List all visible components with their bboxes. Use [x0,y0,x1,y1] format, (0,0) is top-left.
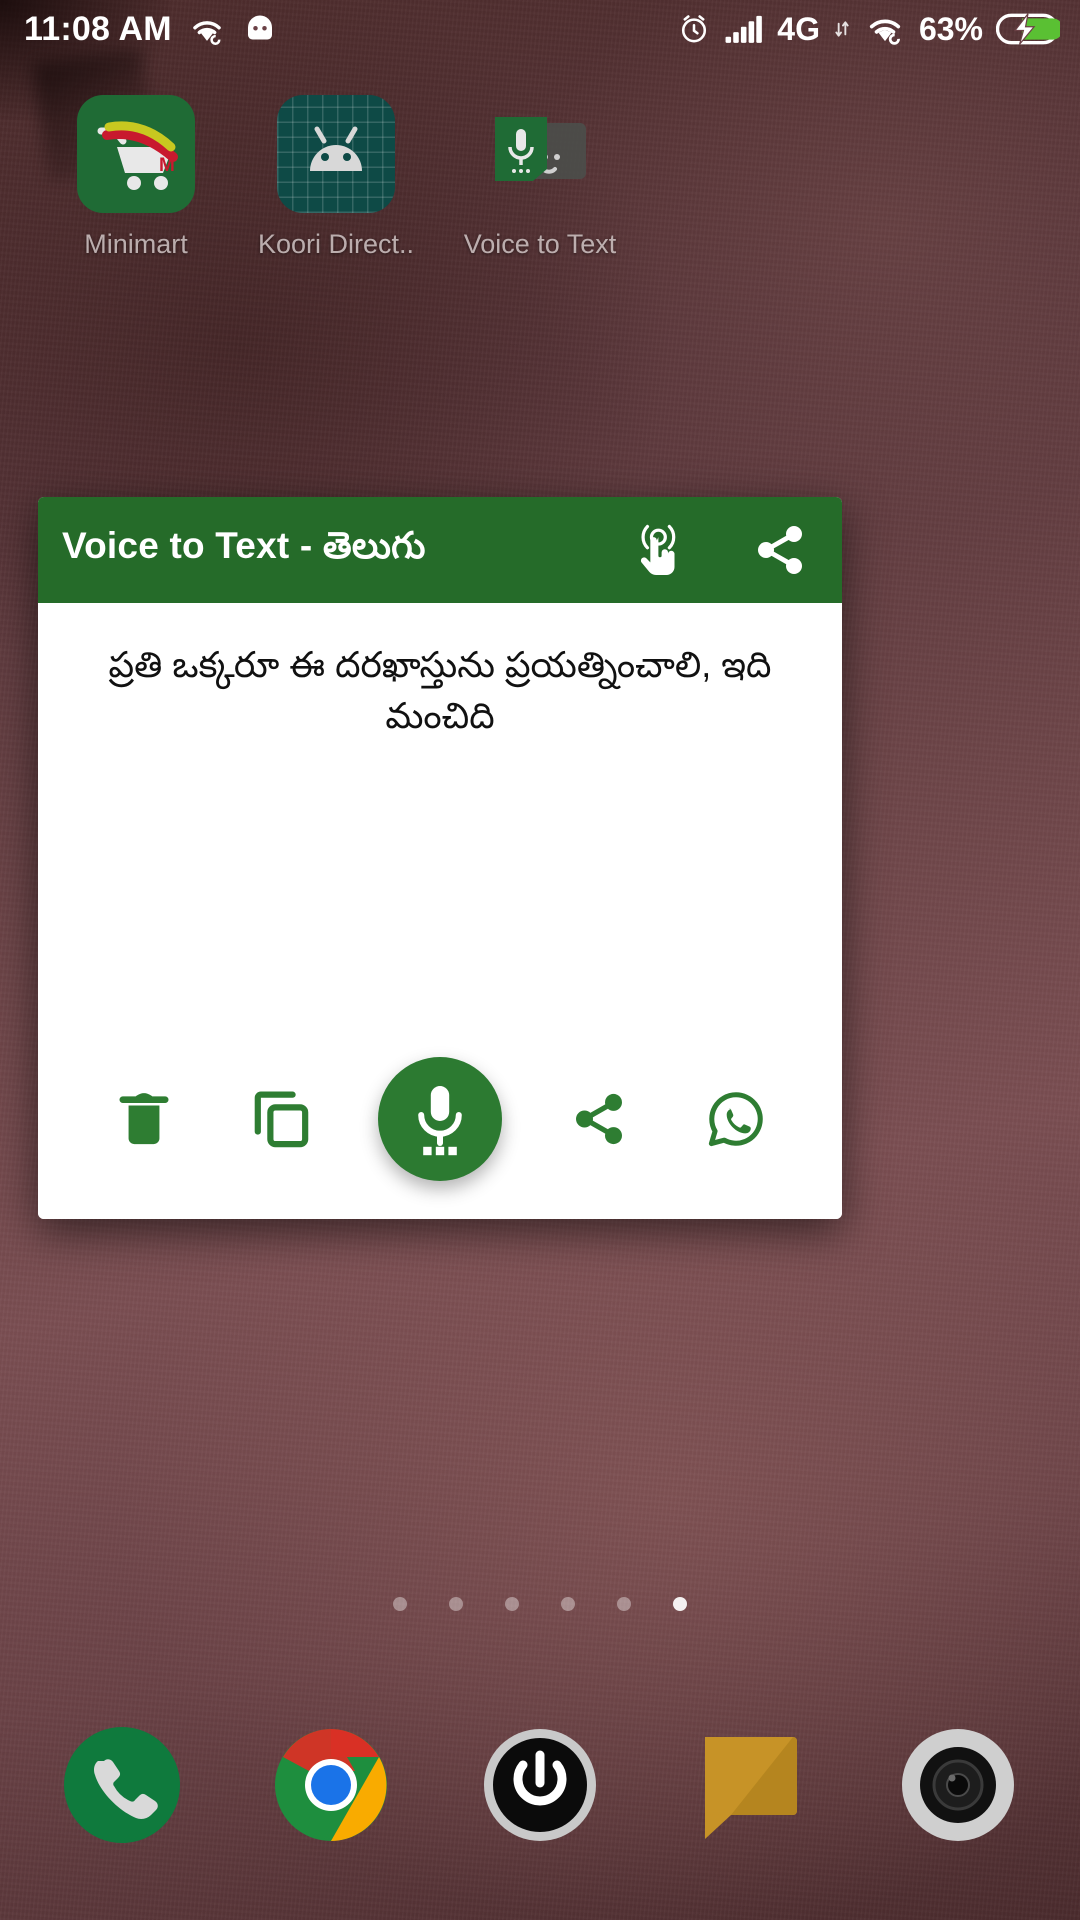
share-icon[interactable] [752,522,808,578]
cellular-signal-icon [724,13,764,45]
android-robot-icon [277,95,395,213]
status-bar: 11:08 AM 4G 63% [0,0,1080,58]
dock-item-camera[interactable] [896,1723,1020,1847]
copy-icon[interactable] [241,1079,321,1159]
battery-charging-icon [996,11,1060,47]
trash-icon[interactable] [104,1079,184,1159]
share-icon[interactable] [559,1079,639,1159]
card-header: Voice to Text - తెలుగు [38,497,842,603]
app-label: Minimart [84,229,188,259]
shopping-cart-icon: M [77,95,195,213]
header-actions [632,522,808,578]
status-bar-left: 11:08 AM [24,10,278,49]
page-dot-active[interactable] [673,1597,687,1611]
page-dot[interactable] [505,1597,519,1611]
wifi-icon [188,13,226,45]
card-body: ప్రతి ఒక్కరూ ఈ దరఖాస్తును ప్రయత్నించాలి,… [38,603,842,1219]
homescreen-app-row: M Minimart Koori Direct.. Voice to Text [0,95,1080,295]
voice-to-text-card: Voice to Text - తెలుగు ప్రతి ఒక్కరూ ఈ దర… [38,497,842,1219]
record-microphone-button[interactable] [378,1057,502,1181]
app-voice-to-text[interactable]: Voice to Text [420,95,660,260]
app-label: Koori Direct.. [257,229,415,259]
card-toolbar [38,1019,842,1219]
status-bar-right: 4G 63% [677,11,1060,48]
page-dot[interactable] [449,1597,463,1611]
microphone-icon [481,95,599,213]
transcript-text[interactable]: ప్రతి ఒక్కరూ ఈ దరఖాస్తును ప్రయత్నించాలి,… [38,603,842,1019]
page-dot[interactable] [617,1597,631,1611]
status-time: 11:08 AM [24,9,172,48]
touch-gesture-icon[interactable] [632,522,688,578]
battery-percent-label: 63% [918,10,983,47]
dock-item-messages[interactable] [687,1723,811,1847]
dock-item-power[interactable] [478,1723,602,1847]
network-type-label: 4G [777,10,820,47]
whatsapp-icon[interactable] [696,1079,776,1159]
app-label: Voice to Text [463,229,617,259]
dock-item-chrome[interactable] [269,1723,393,1847]
alarm-icon [677,12,711,46]
svg-text:M: M [159,155,175,176]
dock [0,1690,1080,1880]
page-dot[interactable] [393,1597,407,1611]
data-transfer-icon [833,17,851,41]
dock-item-phone[interactable] [60,1723,184,1847]
wifi-icon [864,12,906,46]
page-dot[interactable] [561,1597,575,1611]
page-indicator [0,1597,1080,1611]
android-head-icon [242,14,278,44]
page-title: Voice to Text - తెలుగు [62,524,426,566]
